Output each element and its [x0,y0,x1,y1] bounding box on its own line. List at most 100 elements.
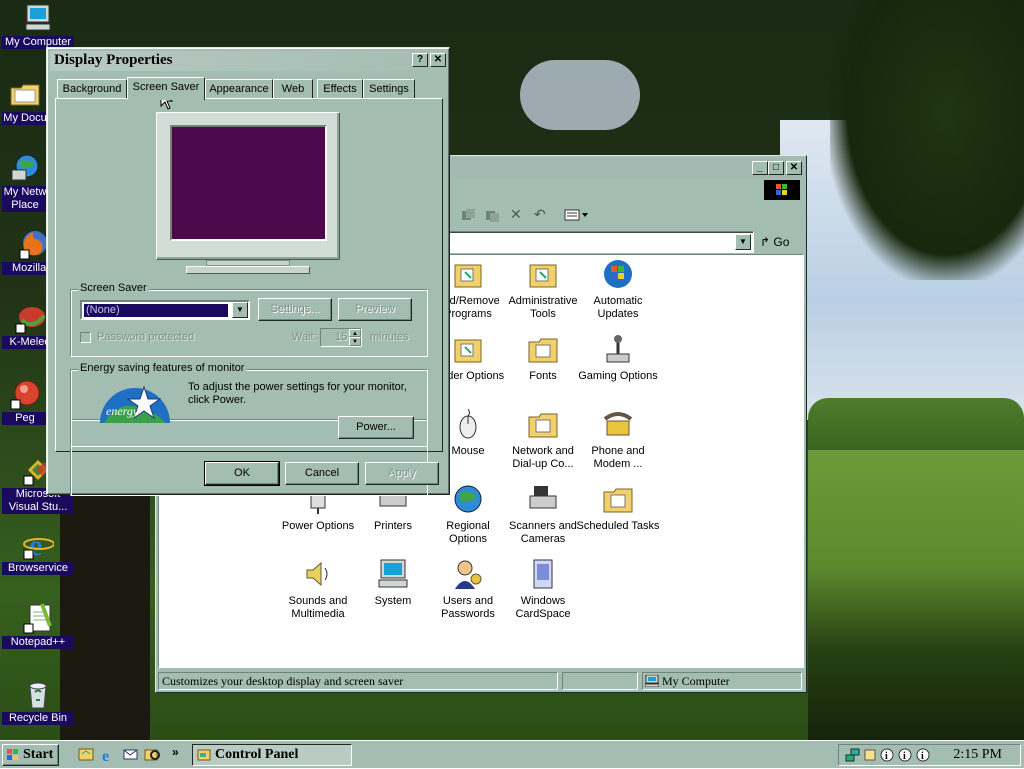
undo-icon[interactable]: ↶ [534,207,552,223]
spinner-up-icon[interactable]: ▲ [349,329,361,337]
screen-saver-selected-value: (None) [84,304,228,317]
outlook-express-icon[interactable] [122,746,139,763]
views-icon[interactable] [564,207,590,223]
help-button[interactable]: ? [412,53,428,67]
info-tray-icon-1[interactable]: i [879,747,895,763]
cp-item-label: Automatic Updates [593,295,643,320]
cp-item-administrative-tools[interactable]: Administrative Tools [501,257,585,321]
password-protected-label: Password protected [97,331,195,343]
mouse-icon [451,407,485,441]
password-protected-checkbox[interactable] [80,332,91,343]
settings-button[interactable]: Settings... [258,298,332,321]
cp-item-gaming-options[interactable]: Gaming Options [576,332,660,383]
tasks-folder-icon [601,482,635,516]
status-location-label: My Computer [662,674,730,688]
cp-item-label: Mouse [451,445,485,457]
wallpaper-treeline [808,398,1024,450]
system-tray: i i i 2:15 PM [838,744,1021,766]
tab-background[interactable]: Background [57,79,127,99]
tab-web[interactable]: Web [273,79,313,99]
cp-item-network-dialup[interactable]: Network and Dial-up Co... [501,407,585,471]
taskbar-task-control-panel[interactable]: Control Panel [192,744,352,766]
maximize-button[interactable]: □ [768,161,784,175]
computer-small-icon [644,674,660,688]
tab-effects[interactable]: Effects [317,79,363,99]
status-text: Customizes your desktop display and scre… [158,672,558,690]
cp-item-scanners-cameras[interactable]: Scanners and Cameras [501,482,585,546]
programs-icon [451,257,485,291]
tools-icon [526,257,560,291]
start-label: Start [23,747,54,762]
clock[interactable]: 2:15 PM [953,747,1002,763]
quicklaunch-more-button[interactable]: » [172,745,179,759]
cp-item-windows-cardspace[interactable]: Windows CardSpace [501,557,585,621]
wait-spinner[interactable]: 15 ▲ ▼ [320,328,362,347]
cp-item-phone-modem[interactable]: Phone and Modem ... [576,407,660,471]
info-tray-icon-2[interactable]: i [897,747,913,763]
desktop-icon-my-network-places[interactable]: My Netw Place [2,152,48,212]
screen-saver-select[interactable]: (None) ▼ [80,300,250,320]
cancel-button[interactable]: Cancel [285,462,359,485]
cp-item-users-passwords[interactable]: Users and Passwords [426,557,510,621]
dialog-title: Display Properties [54,52,173,68]
svg-text:i: i [921,751,924,762]
power-button[interactable]: Power... [338,416,414,439]
screen-saver-dropdown-button[interactable]: ▼ [232,302,248,318]
cp-item-system[interactable]: System [351,557,435,608]
desktop-icon-recycle-bin[interactable]: Recycle Bin [2,678,74,725]
cp-item-scheduled-tasks[interactable]: Scheduled Tasks [576,482,660,533]
preview-button[interactable]: Preview [338,298,412,321]
explorer-icon[interactable] [144,746,161,763]
cp-item-label: Fonts [529,370,557,382]
info-tray-icon-3[interactable]: i [915,747,931,763]
speaker-icon [301,557,335,591]
minimize-button[interactable]: _ [752,161,768,175]
dialog-close-button[interactable]: ✕ [430,53,446,67]
chevron-down-icon: ▼ [236,305,244,314]
computer-icon [376,557,410,591]
delete-icon[interactable]: ✕ [510,207,526,223]
spinner-down-icon[interactable]: ▼ [349,337,361,346]
ok-button[interactable]: OK [204,461,280,486]
internet-explorer-quicklaunch-icon[interactable]: e [100,746,117,765]
go-button[interactable]: ↱ Go [760,232,800,252]
desktop-icon-label: My Netw Place [2,186,48,212]
folder-options-icon [451,332,485,366]
desktop-icon-browservice[interactable]: e Browservice [2,528,74,575]
close-icon: ✕ [789,162,799,173]
desktop-icon-notepad-plus-plus[interactable]: Notepad++ [2,602,74,649]
cp-item-automatic-updates[interactable]: Automatic Updates [576,257,660,321]
cp-item-label: Administrative Tools [508,295,578,320]
network-globe-icon [9,152,41,184]
tab-screen-saver[interactable]: Screen Saver [127,77,205,100]
show-desktop-icon[interactable] [78,746,95,763]
start-button[interactable]: Start [2,744,59,766]
chevron-down-icon: ▼ [739,237,747,246]
apply-button[interactable]: Apply [365,462,439,485]
desktop-icon-peg[interactable]: Peg [2,378,48,425]
volume-tray-icon[interactable] [863,747,877,763]
address-dropdown-button[interactable]: ▼ [735,234,751,250]
cp-item-label: Network and Dial-up Co... [512,445,574,470]
tab-settings[interactable]: Settings [363,79,415,99]
folder-icon [9,78,41,110]
network-tray-icon[interactable] [845,747,861,763]
close-button[interactable]: ✕ [786,161,802,175]
status-cell-empty [562,672,638,690]
desktop-icon-my-documents[interactable]: My Docu [2,78,48,125]
cp-item-sounds-multimedia[interactable]: Sounds and Multimedia [276,557,360,621]
energy-description: To adjust the power settings for your mo… [188,381,407,406]
windows-logo-icon [6,748,20,762]
desktop-icon-label: My Docu [2,112,48,125]
internet-explorer-icon: e [22,528,55,562]
desktop-icon-my-computer[interactable]: My Computer [2,2,74,49]
svg-text:i: i [885,751,888,762]
copy-to-icon[interactable] [484,207,500,223]
cp-item-fonts[interactable]: Fonts [501,332,585,383]
wallpaper-lawn [808,450,1024,740]
windows-logo-throbber [764,180,800,200]
dialog-titlebar[interactable]: Display Properties ? ✕ [50,51,446,71]
tab-appearance[interactable]: Appearance [205,79,273,99]
wait-label: Wait: [292,331,317,343]
move-to-icon[interactable] [460,207,476,223]
